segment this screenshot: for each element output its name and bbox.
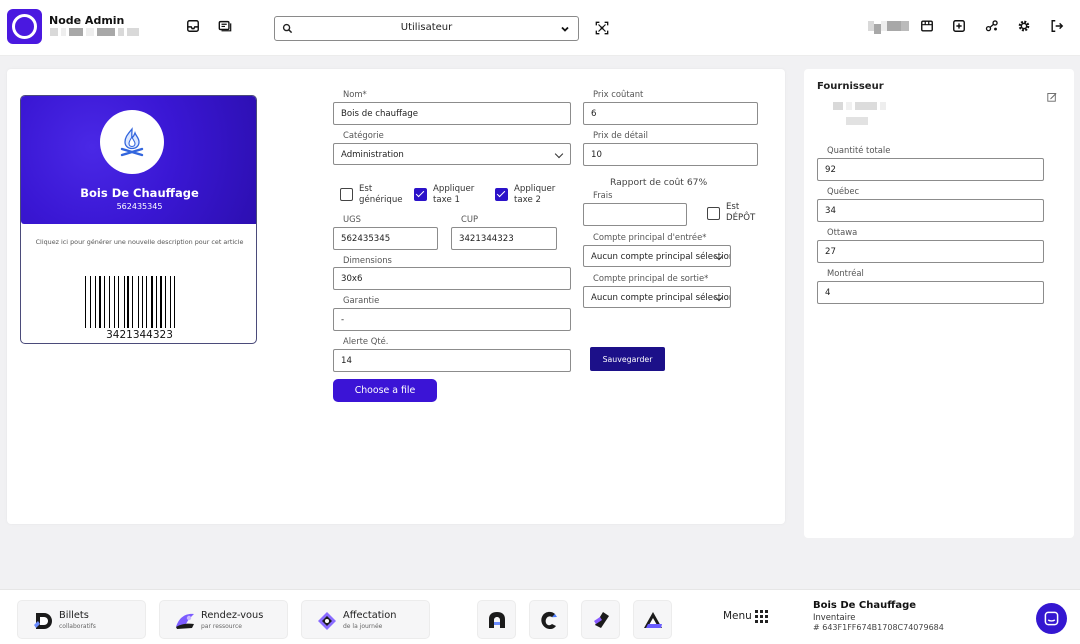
qty-ottawa-label: Ottawa <box>827 227 858 237</box>
network-icon[interactable] <box>984 18 1000 34</box>
categorie-select[interactable]: Administration <box>333 143 571 165</box>
product-avatar[interactable] <box>100 110 164 174</box>
gear-icon[interactable] <box>1016 18 1032 34</box>
footer-module: Inventaire <box>813 612 856 622</box>
ugs-input[interactable]: 562435345 <box>333 227 438 250</box>
app-rendez-vous-subtitle: par ressource <box>201 623 242 630</box>
app-affectation[interactable]: Affectation de la journée <box>301 600 430 639</box>
top-bar: Node Admin Utilisateur <box>0 0 1080 56</box>
calendar-app-icon <box>176 613 194 629</box>
garantie-input[interactable]: - <box>333 308 571 331</box>
footer-record-id: # 643F1FF674B1708C74079684 <box>813 623 944 632</box>
dimensions-label: Dimensions <box>343 255 392 265</box>
blurred-user <box>868 21 909 34</box>
app-billets-title: Billets <box>59 610 89 621</box>
cup-label: CUP <box>461 214 479 224</box>
app-affectation-title: Affectation <box>343 610 397 621</box>
chat-icon <box>1044 611 1059 626</box>
chat-button[interactable] <box>1036 603 1067 634</box>
alerte-input[interactable]: 14 <box>333 349 571 372</box>
cup-input[interactable]: 3421344323 <box>451 227 557 250</box>
save-button[interactable]: Sauvegarder <box>590 347 665 371</box>
product-card-name: Bois De Chauffage <box>80 186 199 200</box>
cards-icon[interactable] <box>217 18 233 34</box>
blurred-subtitle <box>50 28 139 36</box>
qty-ottawa-input[interactable]: 27 <box>817 240 1044 263</box>
frais-input[interactable] <box>583 203 687 226</box>
chevron-down-icon <box>561 26 569 32</box>
app-billets-subtitle: collaboratifs <box>59 623 96 630</box>
qty-quebec-label: Québec <box>827 186 860 196</box>
app-shortcut-1[interactable] <box>477 600 516 639</box>
app-logo[interactable] <box>7 9 42 44</box>
app-rendez-vous[interactable]: Rendez-vous par ressource <box>159 600 288 639</box>
cost-ratio-text: Rapport de coût 67% <box>610 177 708 188</box>
supplier-title: Fournisseur <box>817 81 884 92</box>
app-shortcut-4[interactable] <box>633 600 672 639</box>
apps-grid-icon[interactable] <box>755 610 768 623</box>
garantie-label: Garantie <box>343 295 380 305</box>
product-card-code: 562435345 <box>116 202 163 211</box>
compte-entree-label: Compte principal d'entrée* <box>593 232 707 242</box>
prix-detail-label: Prix de détail <box>593 130 648 140</box>
qty-montreal-label: Montréal <box>827 268 864 278</box>
barcode-number: 3421344323 <box>106 329 173 341</box>
est-depot-checkbox[interactable] <box>707 207 720 220</box>
logo-ring-icon <box>12 14 37 39</box>
est-depot-label: Est DÉPÔT <box>726 202 756 223</box>
choose-file-button[interactable]: Choose a file <box>333 379 437 402</box>
search-select[interactable]: Utilisateur <box>274 16 579 41</box>
prix-detail-input[interactable]: 10 <box>583 143 758 166</box>
footer-record-name: Bois De Chauffage <box>813 600 917 611</box>
compte-sortie-label: Compte principal de sortie* <box>593 273 709 283</box>
search-select-value: Utilisateur <box>400 22 453 33</box>
campfire-icon <box>120 127 144 157</box>
triangle-app-icon <box>643 611 662 628</box>
menu-label[interactable]: Menu <box>723 610 752 622</box>
app-rendez-vous-title: Rendez-vous <box>201 610 264 621</box>
ribbon-app-icon <box>593 611 609 628</box>
tickets-icon <box>34 613 52 629</box>
generate-description-link[interactable]: Cliquez ici pour générer une nouvelle de… <box>21 238 256 246</box>
app-billets[interactable]: Billets collaboratifs <box>17 600 146 639</box>
prix-coutant-input[interactable]: 6 <box>583 102 758 125</box>
scan-icon[interactable] <box>594 20 610 36</box>
est-generique-checkbox[interactable] <box>340 188 353 201</box>
compte-sortie-select[interactable]: Aucun compte principal sélectionné <box>583 286 731 308</box>
dimensions-input[interactable]: 30x6 <box>333 267 571 290</box>
app-title: Node Admin <box>49 14 125 27</box>
taxe2-label: Appliquer taxe 2 <box>514 184 556 205</box>
taxe1-checkbox[interactable] <box>414 188 427 201</box>
ugs-label: UGS <box>343 214 361 224</box>
logout-icon[interactable] <box>1049 18 1065 34</box>
app-shortcut-2[interactable] <box>529 600 568 639</box>
nom-label: Nom* <box>343 89 367 99</box>
inbox-icon[interactable] <box>185 18 201 34</box>
compte-entree-select[interactable]: Aucun compte principal sélectionné <box>583 245 731 267</box>
product-card: Bois De Chauffage 562435345 Cliquez ici … <box>20 95 257 344</box>
add-box-icon[interactable] <box>951 18 967 34</box>
nom-input[interactable]: Bois de chauffage <box>333 102 571 125</box>
prix-coutant-label: Prix coûtant <box>593 89 644 99</box>
arch-app-icon <box>488 611 505 628</box>
est-generique-label: Est générique <box>359 184 403 205</box>
store-icon[interactable] <box>919 18 935 34</box>
qty-total-input[interactable]: 92 <box>817 158 1044 181</box>
taxe2-checkbox[interactable] <box>495 188 508 201</box>
app-shortcut-3[interactable] <box>581 600 620 639</box>
alerte-label: Alerte Qté. <box>343 336 389 346</box>
app-affectation-subtitle: de la journée <box>343 623 383 630</box>
qty-montreal-input[interactable]: 4 <box>817 281 1044 304</box>
assignment-app-icon <box>318 612 336 630</box>
categorie-label: Catégorie <box>343 130 384 140</box>
qty-total-label: Quantité totale <box>827 145 891 155</box>
qty-quebec-input[interactable]: 34 <box>817 199 1044 222</box>
barcode-image <box>85 276 179 328</box>
taxe1-label: Appliquer taxe 1 <box>433 184 475 205</box>
crescent-app-icon <box>540 611 557 629</box>
product-card-header: Bois De Chauffage 562435345 <box>21 96 256 224</box>
edit-icon[interactable] <box>1047 92 1057 102</box>
frais-label: Frais <box>593 190 613 200</box>
